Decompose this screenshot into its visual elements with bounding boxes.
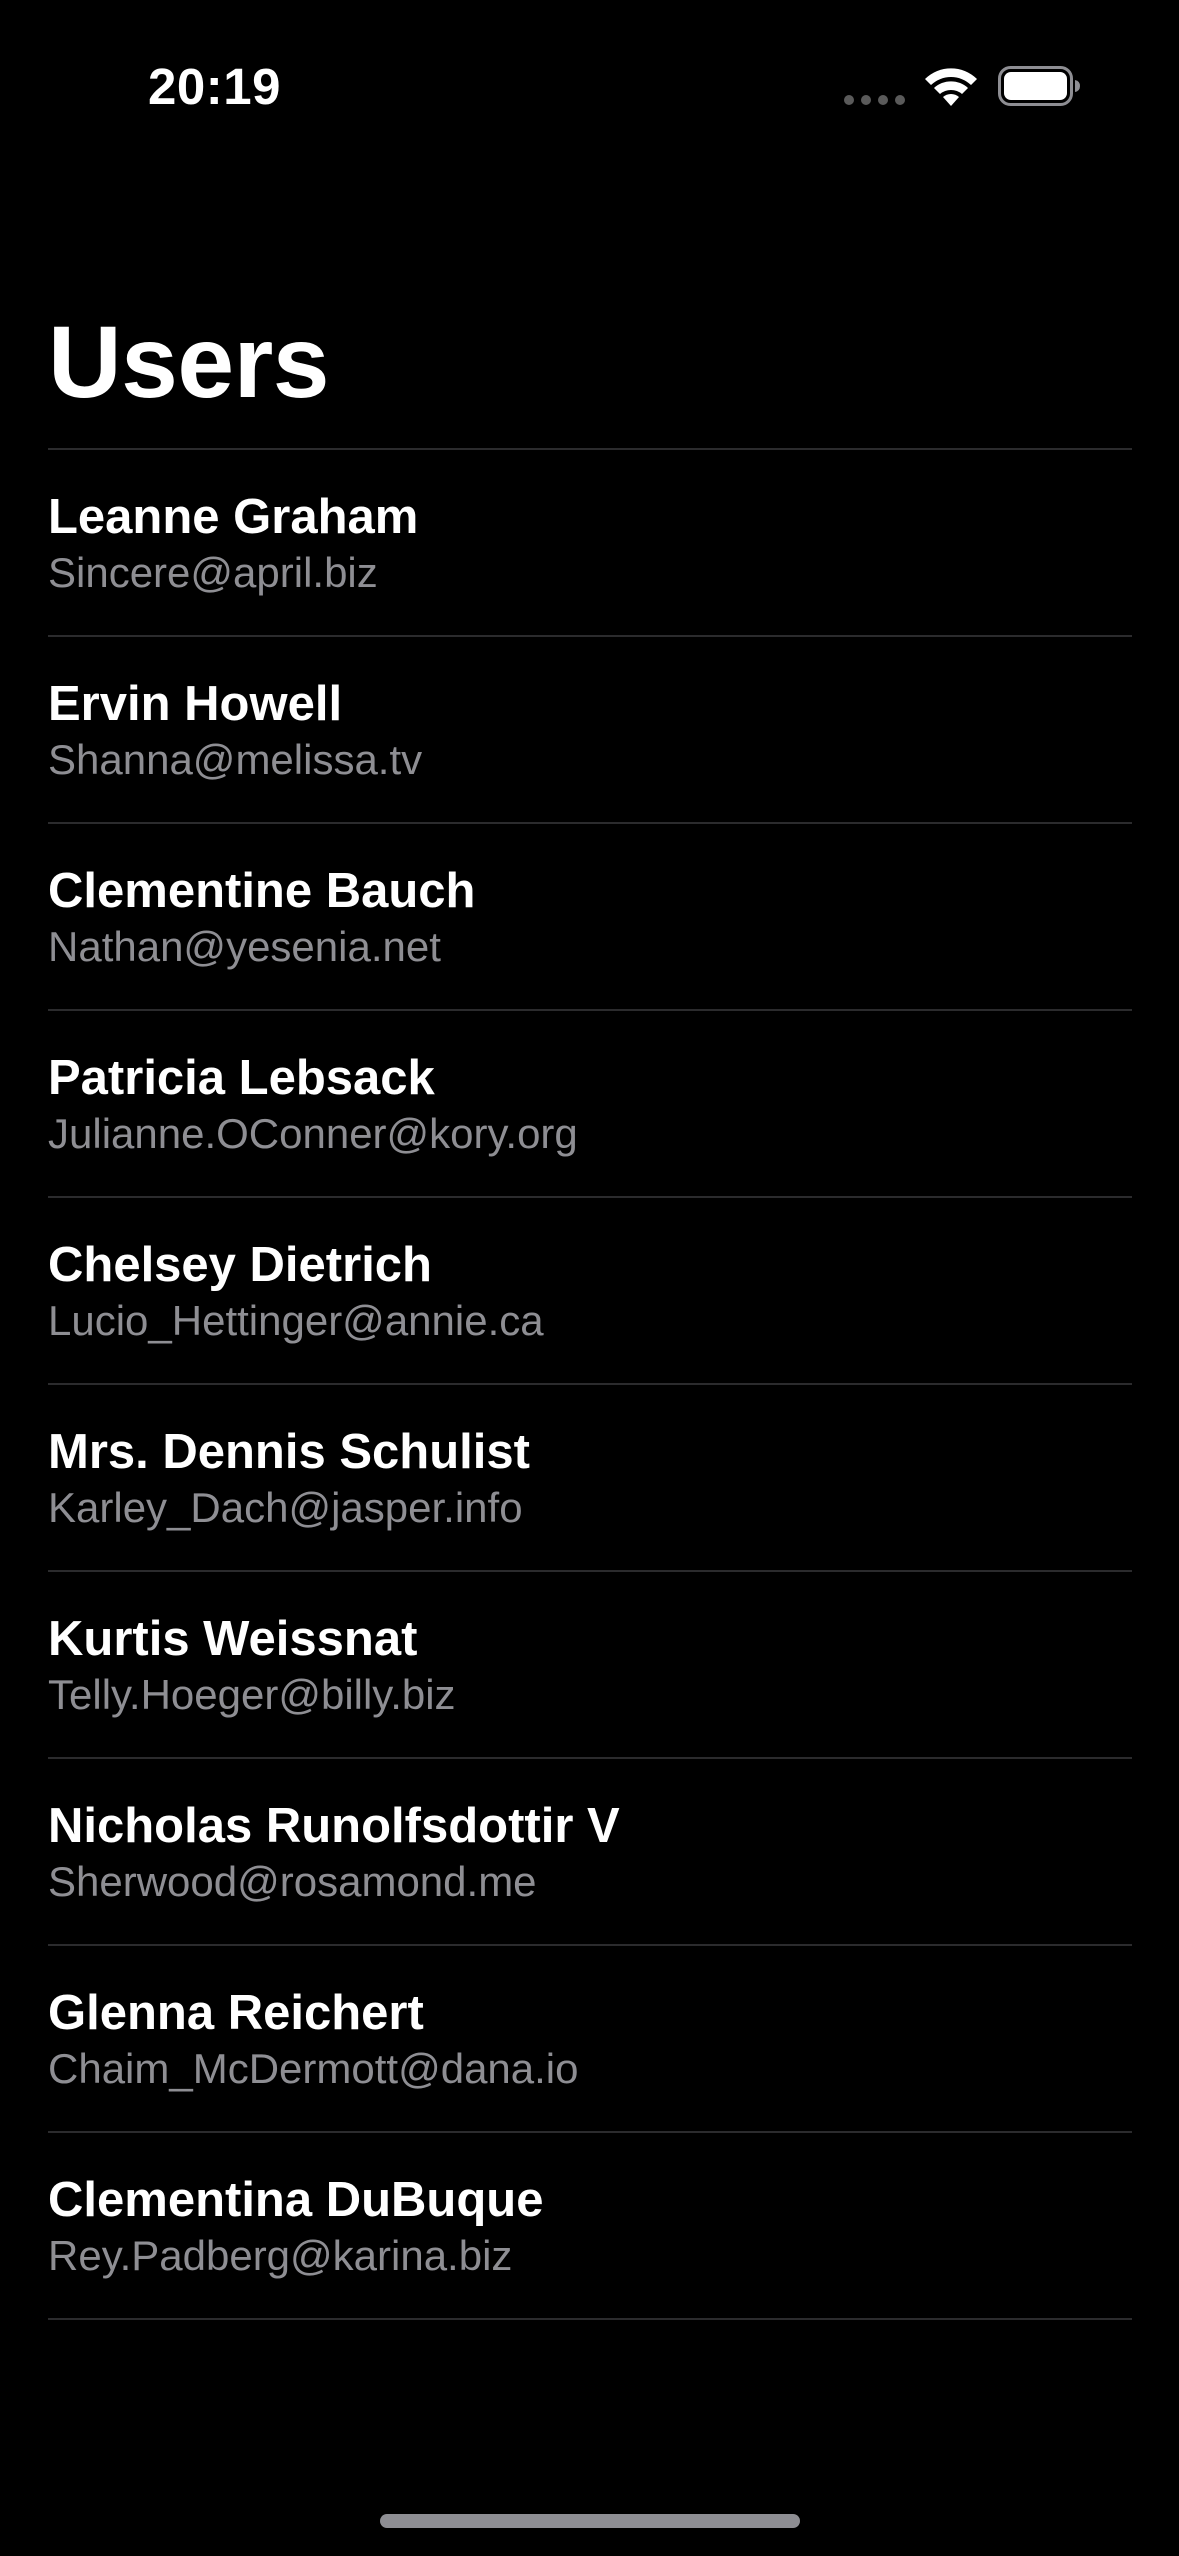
user-row[interactable]: Patricia Lebsack Julianne.OConner@kory.o…	[48, 1009, 1132, 1196]
user-email: Shanna@melissa.tv	[48, 736, 423, 783]
user-email: Karley_Dach@jasper.info	[48, 1484, 523, 1531]
user-row[interactable]: Leanne Graham Sincere@april.biz	[48, 448, 1132, 635]
status-bar: 20:19	[0, 0, 1179, 150]
user-row[interactable]: Mrs. Dennis Schulist Karley_Dach@jasper.…	[48, 1383, 1132, 1570]
user-name: Glenna Reichert	[48, 1986, 424, 2040]
user-name: Clementine Bauch	[48, 864, 476, 918]
user-row[interactable]: Chelsey Dietrich Lucio_Hettinger@annie.c…	[48, 1196, 1132, 1383]
battery-icon	[998, 66, 1080, 106]
cellular-signal-icon	[844, 95, 906, 105]
user-row[interactable]: Glenna Reichert Chaim_McDermott@dana.io	[48, 1944, 1132, 2131]
user-row[interactable]: Ervin Howell Shanna@melissa.tv	[48, 635, 1132, 822]
users-list: Leanne Graham Sincere@april.biz Ervin Ho…	[48, 448, 1132, 2320]
user-name: Nicholas Runolfsdottir V	[48, 1799, 620, 1853]
wifi-icon	[925, 68, 977, 106]
status-time: 20:19	[148, 58, 281, 115]
user-name: Ervin Howell	[48, 677, 343, 731]
user-name: Chelsey Dietrich	[48, 1238, 432, 1292]
user-row[interactable]: Clementina DuBuque Rey.Padberg@karina.bi…	[48, 2131, 1132, 2320]
user-row[interactable]: Kurtis Weissnat Telly.Hoeger@billy.biz	[48, 1570, 1132, 1757]
user-email: Rey.Padberg@karina.biz	[48, 2232, 513, 2279]
user-name: Patricia Lebsack	[48, 1051, 435, 1105]
user-name: Leanne Graham	[48, 490, 419, 544]
home-indicator[interactable]	[380, 2514, 800, 2528]
page-title: Users	[48, 305, 330, 419]
user-name: Mrs. Dennis Schulist	[48, 1425, 530, 1479]
user-row[interactable]: Clementine Bauch Nathan@yesenia.net	[48, 822, 1132, 1009]
user-email: Sincere@april.biz	[48, 549, 378, 596]
user-email: Julianne.OConner@kory.org	[48, 1110, 578, 1157]
user-name: Kurtis Weissnat	[48, 1612, 418, 1666]
user-email: Sherwood@rosamond.me	[48, 1858, 537, 1905]
user-row[interactable]: Nicholas Runolfsdottir V Sherwood@rosamo…	[48, 1757, 1132, 1944]
user-name: Clementina DuBuque	[48, 2173, 544, 2227]
user-email: Chaim_McDermott@dana.io	[48, 2045, 579, 2092]
user-email: Telly.Hoeger@billy.biz	[48, 1671, 456, 1718]
user-email: Lucio_Hettinger@annie.ca	[48, 1297, 544, 1344]
user-email: Nathan@yesenia.net	[48, 923, 441, 970]
